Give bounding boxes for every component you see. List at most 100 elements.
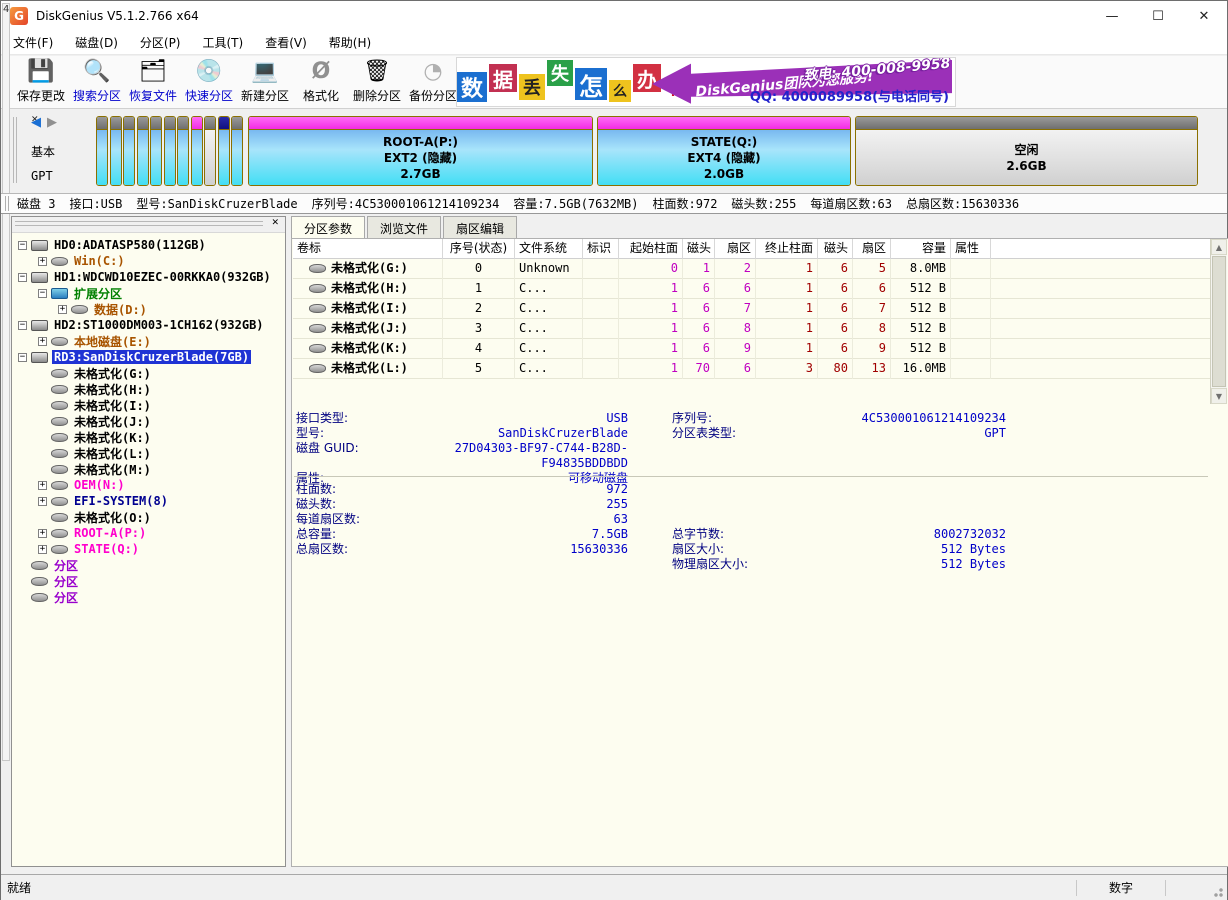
tree-item[interactable]: 分区	[14, 557, 283, 573]
small-partition-block-3[interactable]	[137, 116, 149, 186]
column-header-6[interactable]: 扇区	[715, 239, 756, 259]
tree-item[interactable]: +Win(C:)	[14, 253, 283, 269]
table-row[interactable]: 未格式化(J:)3C...168168512 B	[293, 319, 1210, 339]
tree-item[interactable]: +本地磁盘(E:)	[14, 333, 283, 349]
tree-item[interactable]: +数据(D:)	[14, 301, 283, 317]
partition-block-0[interactable]: ROOT-A(P:)EXT2 (隐藏)2.7GB	[248, 116, 593, 186]
toolbar-button-recover-files[interactable]: 🗂恢复文件	[125, 58, 181, 106]
next-disk-icon[interactable]: ▶	[47, 115, 57, 130]
column-header-9[interactable]: 扇区	[853, 239, 891, 259]
tree-item[interactable]: −HD0:ADATASP580(112GB)	[14, 237, 283, 253]
expand-icon[interactable]: +	[38, 529, 47, 538]
scroll-thumb[interactable]	[1212, 256, 1226, 387]
scroll-up-icon[interactable]: ▲	[1211, 239, 1227, 255]
column-header-0[interactable]: 卷标	[293, 239, 443, 259]
table-row[interactable]: 未格式化(G:)0Unknown0121658.0MB	[293, 259, 1210, 279]
tab-浏览文件[interactable]: 浏览文件	[367, 216, 441, 238]
toolbar-button-save[interactable]: 💾保存更改	[13, 58, 69, 106]
column-header-5[interactable]: 磁头	[683, 239, 715, 259]
expand-icon[interactable]: +	[38, 497, 47, 506]
collapse-icon[interactable]: −	[18, 353, 27, 362]
scroll-down-icon[interactable]: ▼	[1211, 388, 1227, 404]
toolbar-button-backup-partition[interactable]: ◔备份分区	[405, 58, 461, 106]
tree-panel-close-icon[interactable]: ✕	[271, 218, 279, 228]
tree-item[interactable]: 未格式化(I:)	[14, 397, 283, 413]
toolbar-button-search-partition[interactable]: 🔍搜索分区	[69, 58, 125, 106]
tree-item[interactable]: 未格式化(M:)	[14, 461, 283, 477]
close-icon[interactable]: ✕	[1181, 1, 1227, 31]
partition-block-1[interactable]: STATE(Q:)EXT4 (隐藏)2.0GB	[597, 116, 851, 186]
partition-block-2[interactable]: 空闲2.6GB	[855, 116, 1198, 186]
column-header-7[interactable]: 终止柱面	[756, 239, 818, 259]
column-header-4[interactable]: 起始柱面	[619, 239, 683, 259]
small-partition-block-7[interactable]	[191, 116, 203, 186]
tree-panel-grip[interactable]	[15, 221, 263, 226]
table-row[interactable]: 未格式化(K:)4C...169169512 B	[293, 339, 1210, 359]
toolbar-button-quick-partition[interactable]: 💿快速分区	[181, 58, 237, 106]
tree-item[interactable]: −RD3:SanDiskCruzerBlade(7GB)	[14, 349, 283, 365]
small-partition-block-8[interactable]	[204, 116, 216, 186]
expand-icon[interactable]: +	[38, 481, 47, 490]
vertical-scrollbar[interactable]: ▲ ▼	[1210, 239, 1227, 404]
small-partition-block-0[interactable]	[96, 116, 108, 186]
toolbar-button-format[interactable]: Ø格式化	[293, 58, 349, 106]
small-partition-block-6[interactable]	[177, 116, 189, 186]
table-row[interactable]: 未格式化(I:)2C...167167512 B	[293, 299, 1210, 319]
menu-item-5[interactable]: 帮助(H)	[319, 31, 381, 54]
tab-扇区编辑[interactable]: 扇区编辑	[443, 216, 517, 238]
small-partition-block-5[interactable]	[164, 116, 176, 186]
tree-item[interactable]: 未格式化(G:)	[14, 365, 283, 381]
small-partition-block-2[interactable]	[123, 116, 135, 186]
toolbar-button-delete-partition[interactable]: 🗑删除分区	[349, 58, 405, 106]
column-header-3[interactable]: 标识	[583, 239, 619, 259]
tree-item[interactable]: +EFI-SYSTEM(8)	[14, 493, 283, 509]
maximize-icon[interactable]: ☐	[1135, 1, 1181, 31]
tree-item[interactable]: 未格式化(O:)	[14, 509, 283, 525]
collapsed-panel-tab[interactable]: 4	[2, 3, 10, 761]
toolbar-button-new-partition[interactable]: 💻新建分区	[237, 58, 293, 106]
collapse-icon[interactable]: −	[18, 273, 27, 282]
minimize-icon[interactable]: —	[1089, 1, 1135, 31]
collapse-icon[interactable]: −	[18, 241, 27, 250]
tree-item[interactable]: 未格式化(K:)	[14, 429, 283, 445]
column-header-8[interactable]: 磁头	[818, 239, 853, 259]
tree-item[interactable]: +OEM(N:)	[14, 477, 283, 493]
menu-item-4[interactable]: 查看(V)	[255, 31, 317, 54]
tree-item[interactable]: 分区	[14, 573, 283, 589]
table-row[interactable]: 未格式化(H:)1C...166166512 B	[293, 279, 1210, 299]
tree-item[interactable]: 未格式化(H:)	[14, 381, 283, 397]
resize-grip[interactable]	[1210, 884, 1224, 898]
expand-icon[interactable]: +	[38, 545, 47, 554]
expand-icon[interactable]: +	[58, 305, 67, 314]
tree-item[interactable]: 分区	[14, 589, 283, 605]
menu-item-2[interactable]: 分区(P)	[130, 31, 191, 54]
small-partition-block-9[interactable]	[218, 116, 230, 186]
small-partition-block-10[interactable]	[231, 116, 243, 186]
ad-banner[interactable]: 数据丢失怎么办! DiskGenius团队为您服务! 致电: 400-008-9…	[456, 57, 956, 107]
expand-icon[interactable]: +	[38, 257, 47, 266]
panel-grip[interactable]	[13, 117, 17, 183]
column-header-10[interactable]: 容量	[891, 239, 951, 259]
tree-item[interactable]: −HD1:WDCWD10EZEC-00RKKA0(932GB)	[14, 269, 283, 285]
tree-item[interactable]: −扩展分区	[14, 285, 283, 301]
column-header-1[interactable]: 序号(状态)	[443, 239, 515, 259]
menu-item-1[interactable]: 磁盘(D)	[65, 31, 128, 54]
tree-item[interactable]: −HD2:ST1000DM003-1CH162(932GB)	[14, 317, 283, 333]
small-partition-block-4[interactable]	[150, 116, 162, 186]
tree-item[interactable]: +STATE(Q:)	[14, 541, 283, 557]
prev-disk-icon[interactable]: ◀	[31, 115, 41, 130]
expand-icon[interactable]: +	[38, 337, 47, 346]
collapse-icon[interactable]: −	[18, 321, 27, 330]
column-header-11[interactable]: 属性	[951, 239, 991, 259]
tab-分区参数[interactable]: 分区参数	[291, 216, 365, 238]
tree-item[interactable]: 未格式化(L:)	[14, 445, 283, 461]
tree-item[interactable]: +ROOT-A(P:)	[14, 525, 283, 541]
tree-item[interactable]: 未格式化(J:)	[14, 413, 283, 429]
menu-item-3[interactable]: 工具(T)	[193, 31, 254, 54]
menu-item-0[interactable]: 文件(F)	[3, 31, 63, 54]
collapse-icon[interactable]: −	[38, 289, 47, 298]
info-line-grip[interactable]	[5, 196, 9, 211]
table-row[interactable]: 未格式化(L:)5C...17063801316.0MB	[293, 359, 1210, 379]
column-header-2[interactable]: 文件系统	[515, 239, 583, 259]
small-partition-block-1[interactable]	[110, 116, 122, 186]
